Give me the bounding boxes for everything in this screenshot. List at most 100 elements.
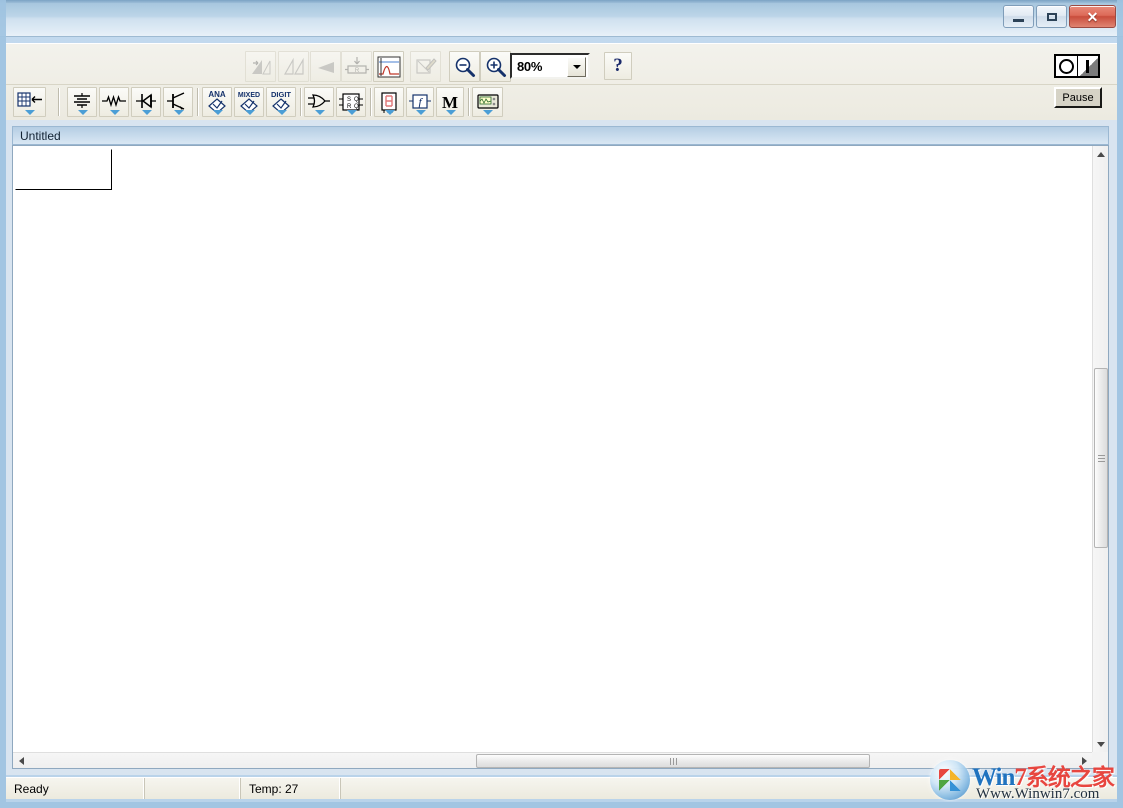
toolbar-separator (468, 88, 469, 116)
zoom-level-combo[interactable]: 80% (510, 53, 590, 79)
window-controls: ✕ (1003, 5, 1116, 28)
svg-text:S: S (347, 97, 351, 103)
horizontal-scrollbar-thumb[interactable] (476, 754, 870, 768)
arrow-up-icon (1097, 152, 1105, 157)
zoom-in-icon (484, 56, 508, 78)
dc-sweep-analysis-button[interactable]: R (341, 51, 372, 82)
power-switch-off-side[interactable] (1056, 56, 1078, 76)
sources-group-button[interactable] (67, 87, 97, 117)
toolbar-separator (370, 88, 371, 116)
dropdown-arrow-icon[interactable] (174, 110, 184, 115)
dropdown-arrow-icon[interactable] (483, 110, 493, 115)
postprocessor-button[interactable] (410, 51, 441, 82)
svg-text:Q: Q (354, 97, 359, 103)
power-off-icon (1059, 59, 1074, 74)
dropdown-arrow-icon[interactable] (277, 110, 287, 115)
dropdown-arrow-icon[interactable] (110, 110, 120, 115)
scroll-up-button[interactable] (1093, 146, 1109, 162)
zoom-out-icon (453, 56, 477, 78)
power-switch[interactable] (1054, 54, 1100, 78)
flipflop-group-button[interactable]: S Q R Q (336, 87, 366, 117)
pause-button[interactable]: Pause (1054, 87, 1102, 108)
instruments-group-button[interactable] (472, 87, 503, 117)
svg-text:R: R (347, 104, 352, 110)
transistors-group-button[interactable] (163, 87, 193, 117)
logic-gates-group-button[interactable] (304, 87, 334, 117)
dc-operating-point-analysis-button[interactable] (245, 51, 276, 82)
analysis-transient-icon (315, 57, 337, 77)
page-boundary-rect (15, 149, 112, 190)
arrow-left-icon (19, 757, 24, 765)
analysis-toolbar: R (6, 49, 1117, 85)
mdi-client-area: Untitled (6, 120, 1117, 775)
dropdown-arrow-icon[interactable] (213, 110, 223, 115)
svg-text:DIGIT: DIGIT (271, 90, 291, 99)
maximize-icon (1047, 13, 1057, 21)
svg-text:ANA: ANA (208, 90, 226, 99)
scrollbar-corner (1092, 752, 1108, 768)
zoom-out-button[interactable] (449, 51, 480, 82)
diodes-group-button[interactable] (131, 87, 161, 117)
dropdown-arrow-icon[interactable] (416, 110, 426, 115)
schematic-canvas[interactable] (13, 146, 1092, 752)
miscellaneous-group-button[interactable]: M (436, 87, 464, 117)
toolbars: R (6, 43, 1117, 121)
help-button[interactable]: ? (604, 52, 632, 80)
status-temperature: Temp: 27 (241, 778, 341, 799)
toolbar-separator (197, 88, 198, 116)
dropdown-arrow-icon[interactable] (385, 110, 395, 115)
toolbar-separator (300, 88, 301, 116)
help-icon: ? (613, 55, 623, 77)
minimize-icon (1013, 19, 1024, 22)
database-manager-button[interactable] (13, 87, 46, 117)
close-icon: ✕ (1087, 10, 1099, 24)
zoom-level-dropdown-arrow[interactable] (567, 57, 586, 77)
analog-group-button[interactable]: ANA (202, 87, 232, 117)
schematic-window (12, 145, 1109, 769)
application-window: ✕ (0, 0, 1123, 808)
arrow-right-icon (1082, 757, 1087, 765)
dropdown-arrow-icon[interactable] (347, 110, 357, 115)
analysis-ac-icon (283, 57, 305, 77)
status-pane-4 (341, 778, 1117, 799)
dropdown-arrow-icon[interactable] (78, 110, 88, 115)
svg-text:Q: Q (354, 104, 359, 110)
close-button[interactable]: ✕ (1069, 5, 1116, 28)
dropdown-arrow-icon[interactable] (142, 110, 152, 115)
scroll-down-button[interactable] (1093, 736, 1109, 752)
power-switch-on-side[interactable] (1078, 56, 1099, 76)
status-message: Ready (6, 778, 145, 799)
arrow-down-icon (1097, 742, 1105, 747)
scrollbar-grip (669, 758, 678, 765)
horizontal-scrollbar[interactable] (13, 752, 1092, 768)
digital-group-button[interactable]: DIGIT (266, 87, 296, 117)
dropdown-arrow-icon[interactable] (245, 110, 255, 115)
svg-text:M: M (442, 93, 458, 112)
minimize-button[interactable] (1003, 5, 1034, 28)
scroll-right-button[interactable] (1076, 753, 1092, 769)
maximize-button[interactable] (1036, 5, 1067, 28)
transient-analysis-button[interactable] (310, 51, 341, 82)
grapher-icon (377, 56, 401, 78)
ac-analysis-button[interactable] (278, 51, 309, 82)
dropdown-arrow-icon[interactable] (25, 110, 35, 115)
vertical-scrollbar-thumb[interactable] (1094, 368, 1108, 548)
power-on-icon (1086, 60, 1089, 73)
mixed-group-button[interactable]: MIXED (234, 87, 264, 117)
components-toolbar: ANA MIXED DIGIT (6, 86, 1117, 120)
dropdown-arrow-icon[interactable] (446, 110, 456, 115)
indicators-group-button[interactable] (374, 87, 404, 117)
basic-group-button[interactable] (99, 87, 129, 117)
grapher-view-button[interactable] (373, 51, 404, 82)
zoom-in-button[interactable] (480, 51, 511, 82)
toolbar-separator (58, 88, 59, 116)
dropdown-arrow-icon[interactable] (315, 110, 325, 115)
svg-text:R: R (354, 68, 359, 74)
scroll-left-button[interactable] (13, 753, 29, 769)
vertical-scrollbar[interactable] (1092, 146, 1108, 752)
scrollbar-grip (1098, 453, 1105, 464)
chevron-down-icon (573, 65, 581, 69)
controls-group-button[interactable]: f (406, 87, 434, 117)
analysis-dc-icon (250, 57, 272, 77)
document-title: Untitled (13, 129, 61, 143)
